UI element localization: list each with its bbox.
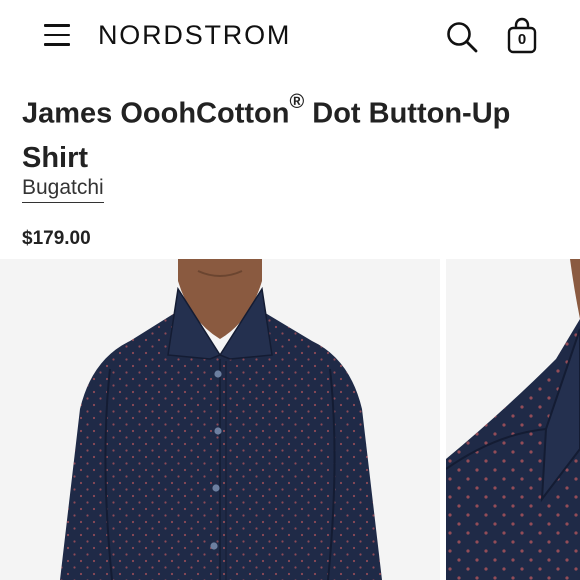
product-title: James OoohCotton® Dot Button-Up Shirt bbox=[22, 84, 562, 180]
top-nav-bar: NORDSTROM 0 bbox=[0, 0, 580, 72]
hamburger-menu-icon[interactable] bbox=[44, 24, 70, 46]
registered-mark: ® bbox=[289, 91, 305, 113]
product-photo-front[interactable] bbox=[0, 259, 440, 580]
product-price: $179.00 bbox=[22, 228, 91, 249]
nordstrom-logo[interactable]: NORDSTROM bbox=[98, 19, 291, 51]
shopping-bag-icon[interactable]: 0 bbox=[505, 17, 539, 55]
product-title-main: James OoohCotton bbox=[22, 97, 290, 130]
product-photo-collar-detail[interactable] bbox=[446, 259, 580, 580]
brand-link[interactable]: Bugatchi bbox=[22, 175, 104, 203]
search-icon[interactable] bbox=[444, 19, 480, 55]
bag-count-badge: 0 bbox=[517, 31, 527, 48]
product-image-gallery[interactable] bbox=[0, 259, 580, 580]
